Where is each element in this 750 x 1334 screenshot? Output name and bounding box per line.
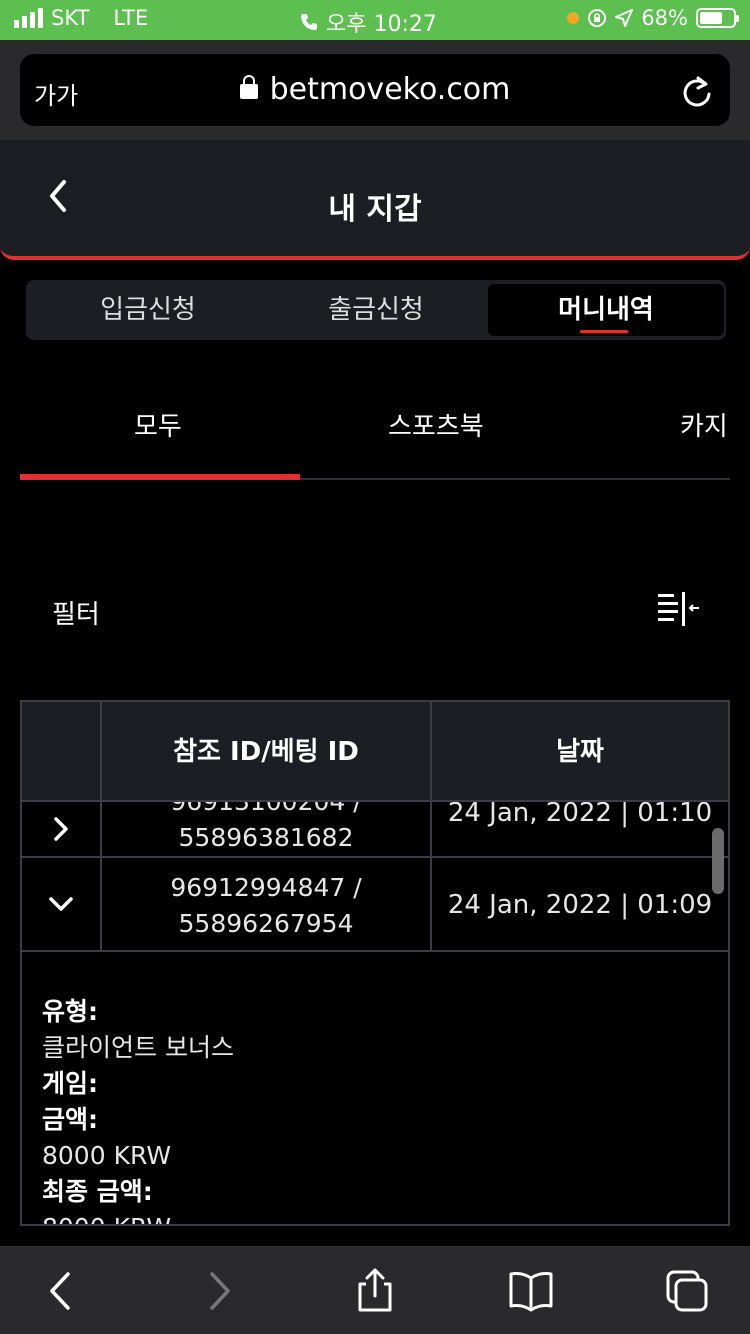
reload-icon[interactable]	[680, 74, 714, 110]
final-amount-label: 최종 금액:	[42, 1177, 153, 1206]
browser-toolbar	[0, 1246, 750, 1334]
page-title: 내 지갑	[328, 192, 422, 227]
signal-icon	[14, 8, 43, 28]
table-row[interactable]: 96912994847 / 55896267954 24 Jan, 2022 |…	[22, 858, 728, 952]
url-text[interactable]: betmoveko.com	[270, 72, 511, 107]
bet-id: 55896381682	[178, 823, 354, 852]
tab-withdraw[interactable]: 출금신청	[258, 284, 494, 336]
tab-money-history[interactable]: 머니내역	[488, 284, 724, 336]
browser-chrome: 가가 betmoveko.com	[0, 40, 750, 140]
share-icon[interactable]	[352, 1268, 398, 1314]
wallet-tabs: 입금신청 출금신청 머니내역	[26, 280, 726, 340]
filter-icon[interactable]	[656, 592, 700, 628]
ref-id-cell: 96913100204 / 55896381682	[102, 787, 432, 856]
final-amount-value: 8000 KRW	[42, 1210, 728, 1224]
amount-label: 금액:	[42, 1105, 98, 1134]
clock: 오후 10:27	[326, 12, 437, 37]
subtab-casino[interactable]: 카지	[680, 406, 728, 443]
forward-icon[interactable]	[196, 1268, 242, 1314]
date-cell: 24 Jan, 2022 | 01:10	[447, 798, 713, 828]
table-header: 참조 ID/베팅 ID 날짜	[22, 702, 728, 802]
row-details: 유형: 클라이언트 보너스 게임: 금액: 8000 KRW 최종 금액: 80…	[22, 952, 728, 1224]
address-bar[interactable]: 가가 betmoveko.com	[20, 54, 730, 126]
column-header-ref-id: 참조 ID/베팅 ID	[102, 702, 432, 802]
column-header-date: 날짜	[556, 737, 604, 767]
ref-id-cell: 96912994847 / 55896267954	[102, 858, 432, 950]
battery-icon	[696, 8, 739, 28]
back-icon[interactable]	[40, 1268, 86, 1314]
tab-label: 출금신청	[328, 295, 424, 325]
tab-deposit[interactable]: 입금신청	[30, 284, 266, 336]
status-bar: SKT LTE 오후 10:27 68%	[0, 0, 750, 40]
chevron-right-icon[interactable]	[51, 815, 71, 843]
carrier-label: SKT	[51, 6, 90, 30]
subtab-sportsbook[interactable]: 스포츠북	[388, 406, 484, 443]
tab-label: 입금신청	[100, 295, 196, 325]
type-label: 유형:	[42, 997, 98, 1026]
active-subtab-underline	[20, 474, 300, 480]
type-value: 클라이언트 보너스	[42, 1033, 234, 1062]
category-tabs: 모두 스포츠북 카지	[20, 380, 730, 480]
tabs-icon[interactable]	[664, 1268, 710, 1314]
lock-icon	[239, 75, 258, 99]
game-label: 게임:	[42, 1069, 98, 1098]
mic-indicator-icon	[567, 12, 580, 24]
table-row[interactable]: 96913100204 / 55896381682 24 Jan, 2022 |…	[22, 787, 728, 858]
ref-id: 96912994847 /	[170, 873, 362, 902]
phone-icon	[301, 14, 317, 30]
transaction-table: 참조 ID/베팅 ID 날짜 96913100204 / 55896381682…	[20, 700, 730, 1226]
date-cell: 24 Jan, 2022 | 01:09	[447, 890, 713, 920]
scrollbar[interactable]	[712, 828, 724, 894]
chevron-down-icon[interactable]	[47, 894, 75, 914]
filter-label: 필터	[52, 600, 100, 630]
subtab-all[interactable]: 모두	[134, 406, 182, 443]
network-label: LTE	[113, 6, 149, 30]
expand-column-header	[22, 702, 102, 802]
bookmarks-icon[interactable]	[508, 1268, 554, 1314]
rotation-lock-icon	[588, 9, 607, 27]
battery-percent: 68%	[641, 6, 688, 30]
amount-value: 8000 KRW	[42, 1141, 172, 1170]
tab-label: 머니내역	[558, 295, 654, 325]
app-header: 내 지갑	[0, 140, 750, 260]
active-tab-underline	[580, 330, 628, 333]
location-icon	[615, 9, 634, 27]
bet-id: 55896267954	[178, 909, 354, 938]
